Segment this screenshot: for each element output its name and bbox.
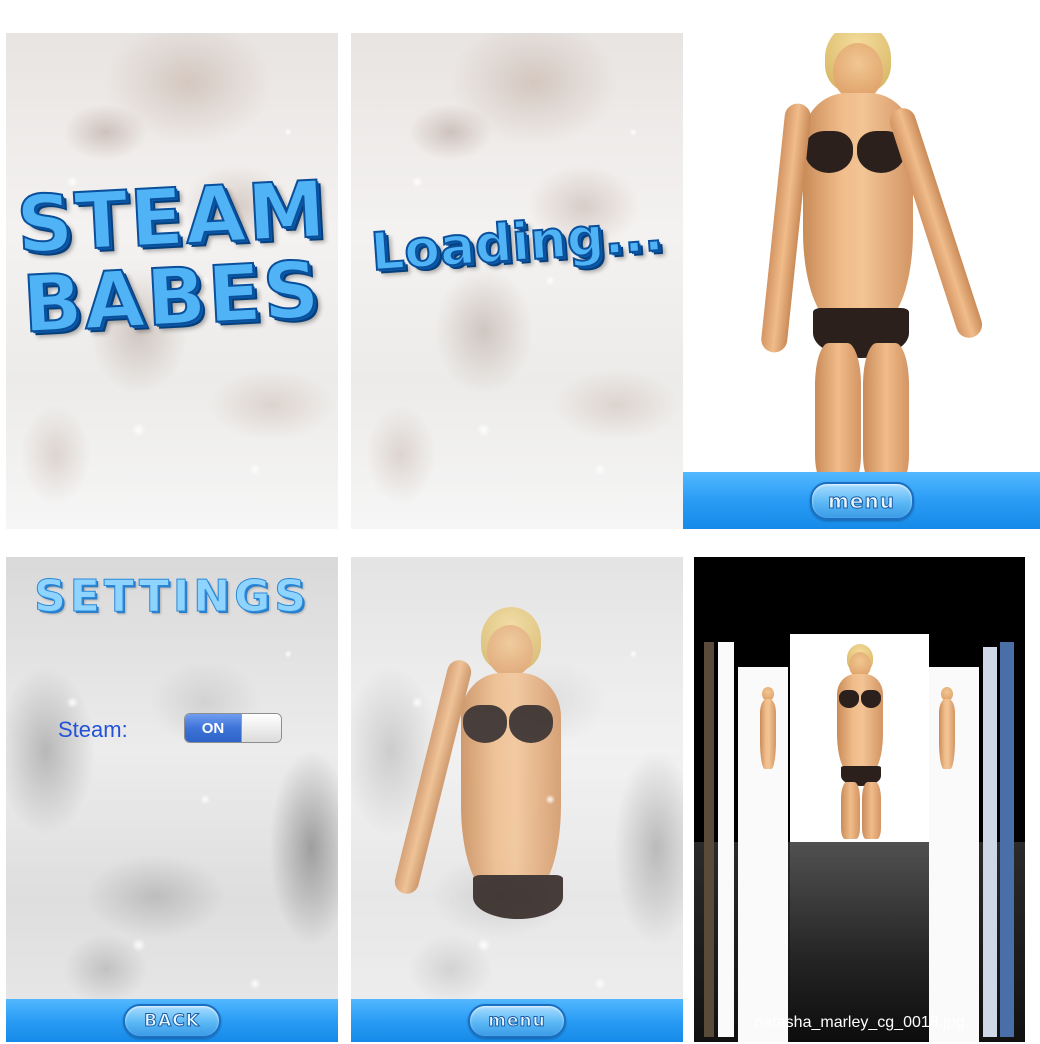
- back-button[interactable]: BACK: [123, 1003, 221, 1038]
- model-thumb-left: [758, 687, 778, 807]
- cover-reflection: [790, 842, 929, 1042]
- menu-button[interactable]: menu: [468, 1003, 566, 1038]
- loading-screen: Loading...: [351, 33, 683, 529]
- photo-view-screen: menu: [683, 33, 1040, 529]
- gallery-screen: natasha_marley_cg_0018.jpg: [694, 557, 1025, 1042]
- cover-left-2[interactable]: [718, 642, 734, 1037]
- cover-center[interactable]: [790, 634, 929, 842]
- water-drops: [6, 557, 338, 1042]
- cover-right-2[interactable]: [983, 647, 997, 1037]
- bottom-toolbar: BACK: [6, 999, 338, 1042]
- menu-button[interactable]: menu: [809, 481, 914, 520]
- cover-right-3[interactable]: [1000, 642, 1014, 1037]
- steam-toggle[interactable]: ON: [184, 713, 282, 743]
- cover-left-3[interactable]: [704, 642, 714, 1037]
- settings-screen: SETTINGS Steam: ON BACK: [6, 557, 338, 1042]
- splash-title-line2: BABES: [19, 244, 324, 352]
- settings-title: SETTINGS: [34, 571, 310, 623]
- cover-left-1[interactable]: [738, 667, 788, 1042]
- bottom-toolbar: menu: [683, 472, 1040, 529]
- bottom-toolbar: menu: [351, 999, 683, 1042]
- model-thumb-center: [815, 644, 905, 839]
- water-drops: [351, 557, 683, 1042]
- splash-screen: STEAM BABES: [6, 33, 338, 529]
- photo-caption: natasha_marley_cg_0018.jpg: [754, 1014, 965, 1031]
- steam-label: Steam:: [58, 717, 128, 742]
- steam-view-screen: menu: [351, 557, 683, 1042]
- toggle-on-label: ON: [185, 714, 241, 742]
- cover-right-1[interactable]: [929, 667, 979, 1042]
- model-thumb-right: [937, 687, 957, 807]
- toggle-knob[interactable]: [241, 714, 281, 742]
- model-photo: [753, 33, 993, 483]
